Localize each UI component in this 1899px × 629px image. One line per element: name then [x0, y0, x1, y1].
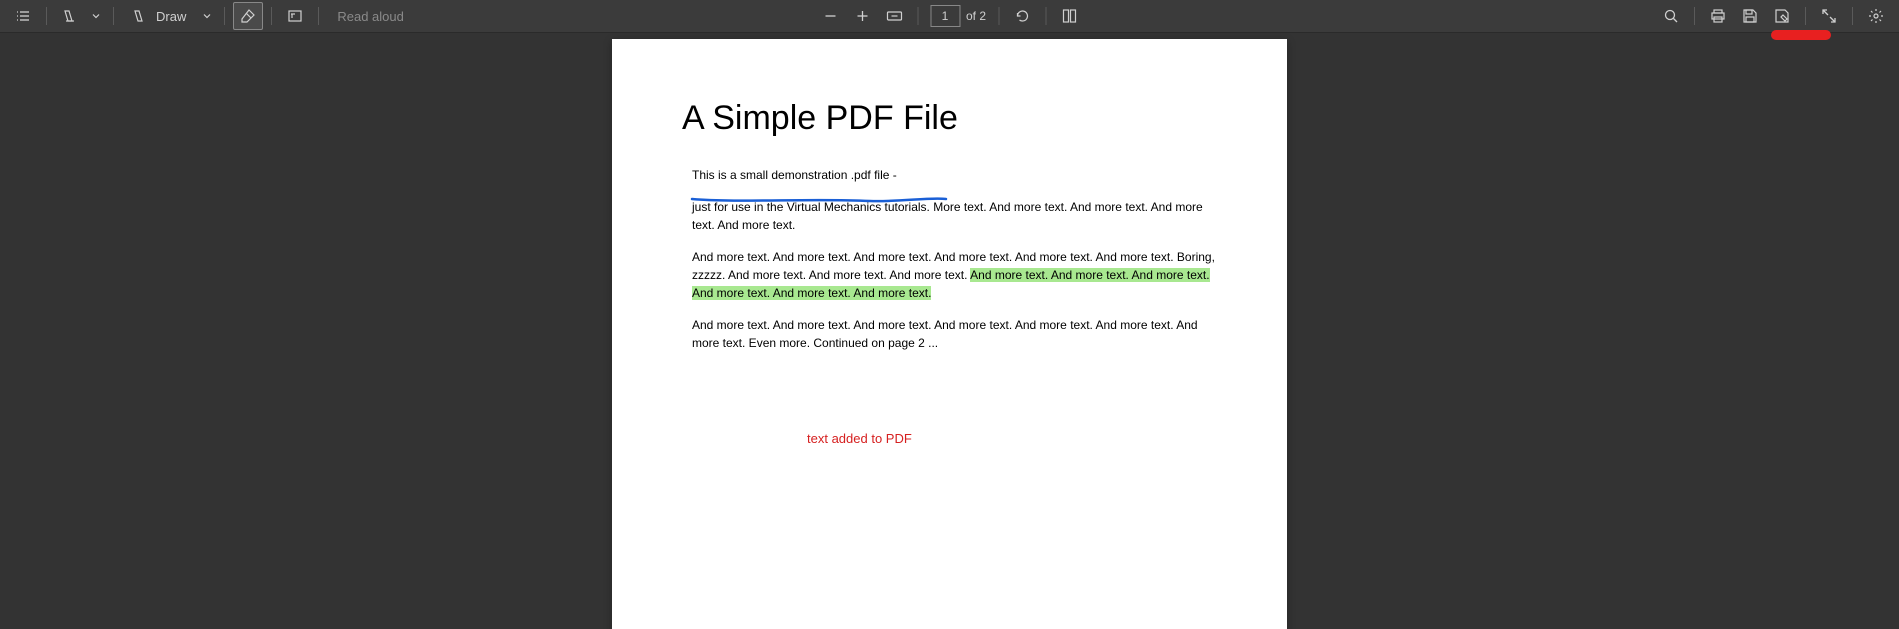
erase-button[interactable] — [233, 2, 263, 30]
add-text-button[interactable] — [280, 2, 310, 30]
plus-icon — [855, 9, 869, 23]
contents-icon — [15, 8, 31, 24]
settings-icon — [1868, 8, 1884, 24]
chevron-down-icon — [91, 11, 101, 21]
draw-icon — [132, 8, 148, 24]
divider — [1852, 7, 1853, 25]
paragraph-1: This is a small demonstration .pdf file … — [682, 166, 1217, 184]
read-aloud-button[interactable]: Read aloud — [327, 9, 414, 24]
save-as-icon — [1774, 8, 1790, 24]
fit-page-button[interactable] — [879, 2, 909, 30]
pdf-page-1: A Simple PDF File This is a small demons… — [612, 39, 1287, 629]
fullscreen-icon — [1821, 8, 1837, 24]
paragraph-4: And more text. And more text. And more t… — [682, 316, 1217, 352]
print-button[interactable] — [1703, 2, 1733, 30]
toolbar-right-group — [1656, 2, 1891, 30]
draw-dropdown[interactable] — [198, 2, 216, 30]
divider — [1805, 7, 1806, 25]
page-view-icon — [1061, 8, 1077, 24]
settings-button[interactable] — [1861, 2, 1891, 30]
divider — [998, 7, 999, 25]
contents-button[interactable] — [8, 2, 38, 30]
minus-icon — [823, 9, 837, 23]
divider — [271, 7, 272, 25]
zoom-in-button[interactable] — [847, 2, 877, 30]
text-icon — [287, 8, 303, 24]
toolbar-left-group: Draw Read aloud — [8, 2, 414, 30]
added-text-annotation[interactable]: text added to PDF — [807, 431, 912, 446]
save-as-button[interactable] — [1767, 2, 1797, 30]
divider — [224, 7, 225, 25]
page-view-button[interactable] — [1054, 2, 1084, 30]
chevron-down-icon — [202, 11, 212, 21]
red-annotation-mark — [1771, 30, 1831, 40]
pdf-viewport[interactable]: A Simple PDF File This is a small demons… — [0, 33, 1899, 629]
divider — [318, 7, 319, 25]
toolbar-center-group: of 2 — [815, 2, 1084, 30]
zoom-out-button[interactable] — [815, 2, 845, 30]
para2-text1: just for use in the Virtual Mechanics tu… — [692, 200, 1070, 214]
draw-button[interactable]: Draw — [122, 2, 196, 30]
divider — [917, 7, 918, 25]
draw-label: Draw — [156, 9, 186, 24]
divider — [113, 7, 114, 25]
divider — [1045, 7, 1046, 25]
document-title: A Simple PDF File — [682, 99, 1217, 138]
paragraph-3: And more text. And more text. And more t… — [682, 248, 1217, 302]
rotate-button[interactable] — [1007, 2, 1037, 30]
fullscreen-button[interactable] — [1814, 2, 1844, 30]
save-button[interactable] — [1735, 2, 1765, 30]
page-number-input[interactable] — [930, 5, 960, 27]
save-icon — [1742, 8, 1758, 24]
paragraph-2: just for use in the Virtual Mechanics tu… — [682, 198, 1217, 234]
print-icon — [1710, 8, 1726, 24]
highlight-button[interactable] — [55, 2, 85, 30]
pdf-toolbar: Draw Read aloud — [0, 0, 1899, 33]
divider — [46, 7, 47, 25]
divider — [1694, 7, 1695, 25]
fit-icon — [886, 9, 902, 23]
read-aloud-label: Read aloud — [337, 9, 404, 24]
search-button[interactable] — [1656, 2, 1686, 30]
erase-icon — [240, 8, 256, 24]
highlight-dropdown[interactable] — [87, 2, 105, 30]
page-total-label: of 2 — [966, 9, 986, 23]
rotate-icon — [1014, 8, 1030, 24]
search-icon — [1663, 8, 1679, 24]
highlight-icon — [62, 8, 78, 24]
